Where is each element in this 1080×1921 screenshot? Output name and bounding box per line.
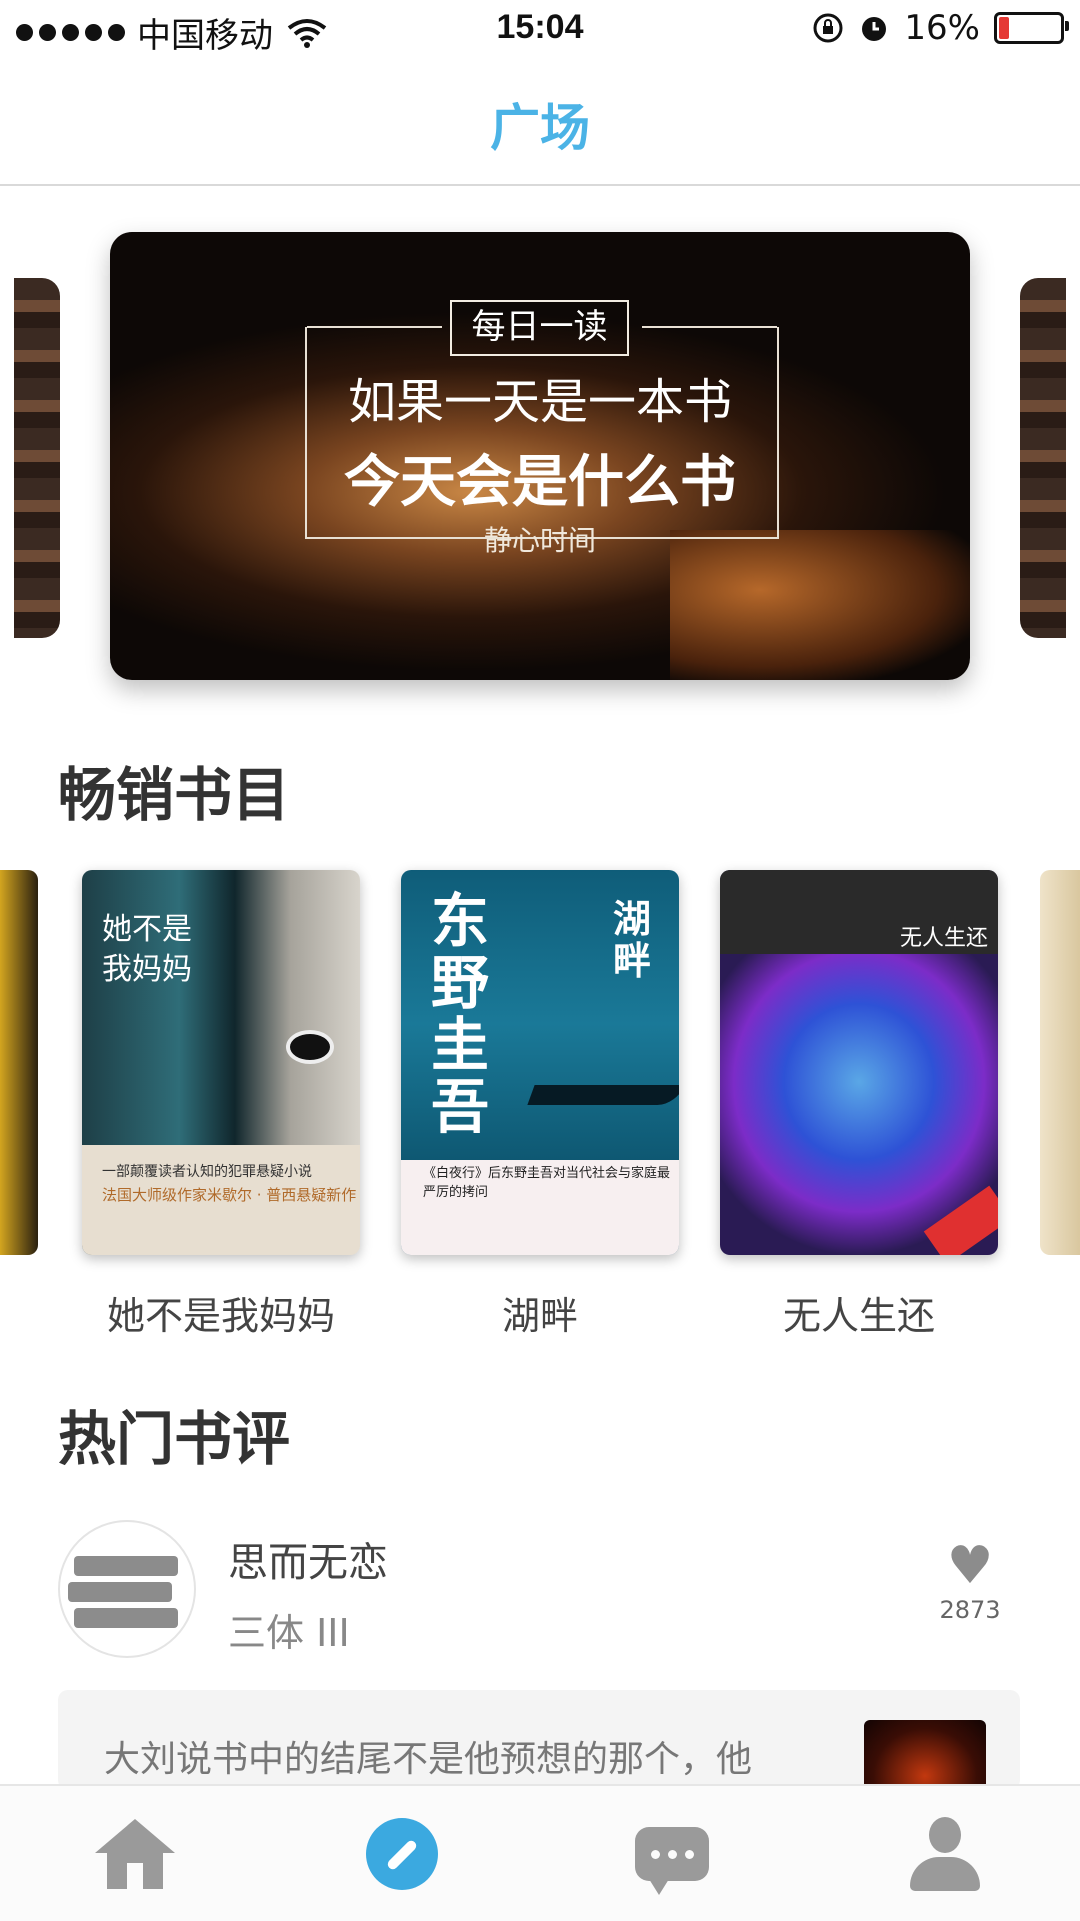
book-cover[interactable]: 东野圭吾 湖畔 《白夜行》后东野圭吾对当代社会与家庭最严厉的拷问: [401, 870, 679, 1255]
book-cover-author: 东野圭吾: [431, 887, 490, 1141]
like-count: 2873: [939, 1596, 1001, 1624]
cover-badge: [923, 1185, 998, 1255]
reviews-heading: 热门书评: [58, 1405, 291, 1473]
book-cover[interactable]: 无人生还: [720, 870, 998, 1255]
status-bar: 中国移动 15:04 16%: [0, 0, 1080, 60]
review-username[interactable]: 思而无恋: [228, 1530, 388, 1588]
book-cover-partial[interactable]: [1040, 870, 1080, 1255]
banner-tag: 每日一读: [450, 300, 629, 356]
chat-icon: [635, 1827, 709, 1895]
carousel-prev-card[interactable]: [14, 278, 60, 638]
home-icon: [95, 1819, 175, 1889]
nav-bar: 广场: [0, 60, 1080, 186]
battery-percent: 16%: [904, 8, 980, 48]
review-excerpt-card[interactable]: 大刘说书中的结尾不是他预想的那个，他: [58, 1690, 1020, 1790]
review-excerpt: 大刘说书中的结尾不是他预想的那个，他: [104, 1739, 753, 1780]
book-stack-art: [74, 1608, 178, 1628]
book-cover-title: 湖畔: [613, 897, 652, 983]
battery-icon: [994, 12, 1069, 44]
book-stack-art: [68, 1582, 172, 1602]
bestsellers-heading: 畅销书目: [58, 761, 291, 829]
like-button[interactable]: ♥ 2873: [920, 1540, 1020, 1624]
tab-home[interactable]: [85, 1804, 185, 1904]
tab-discover[interactable]: [352, 1804, 452, 1904]
banner-carousel[interactable]: 每日一读 如果一天是一本书 今天会是什么书 静心时间: [0, 232, 1080, 682]
review-book-title[interactable]: 三体 III: [228, 1602, 350, 1657]
book-cover-title: 她不是我妈妈: [102, 912, 192, 987]
frame-segment: [307, 326, 442, 328]
rotation-lock-icon: [813, 13, 843, 43]
compass-icon: [366, 1818, 438, 1890]
book-cover-partial[interactable]: [0, 870, 38, 1255]
banner-headline-2: 今天会是什么书: [344, 450, 736, 515]
avatar[interactable]: [58, 1520, 196, 1658]
tab-profile[interactable]: [895, 1804, 995, 1904]
carousel-next-card[interactable]: [1020, 278, 1066, 638]
book-cover-tagline: 法国大师级作家米歇尔 · 普西悬疑新作: [102, 1186, 357, 1204]
tab-messages[interactable]: [622, 1804, 722, 1904]
book-cover-tagline: 一部颠覆读者认知的犯罪悬疑小说: [102, 1164, 312, 1180]
book-title[interactable]: 她不是我妈妈: [82, 1285, 360, 1340]
banner-card[interactable]: 每日一读 如果一天是一本书 今天会是什么书 静心时间: [110, 232, 970, 680]
book-cover-tagline: 《白夜行》后东野圭吾对当代社会与家庭最严厉的拷问: [423, 1166, 671, 1200]
frame-segment: [642, 326, 777, 328]
cover-boat-art: [527, 1085, 679, 1105]
banner-subtitle: 静心时间: [483, 524, 596, 557]
page-title: 广场: [490, 99, 590, 157]
book-title[interactable]: 无人生还: [720, 1285, 998, 1340]
book-cover-title: 无人生还: [899, 926, 988, 951]
user-icon: [910, 1817, 980, 1891]
book-title[interactable]: 湖畔: [401, 1285, 679, 1340]
review-book-thumbnail[interactable]: [864, 1720, 986, 1790]
status-right: 16%: [812, 8, 1069, 48]
alarm-icon: [862, 17, 887, 41]
cover-eye-art: [286, 1030, 334, 1064]
book-cover[interactable]: 她不是我妈妈 一部颠覆读者认知的犯罪悬疑小说 法国大师级作家米歇尔 · 普西悬疑…: [82, 870, 360, 1255]
battery-level: [999, 17, 1010, 39]
tab-bar: [0, 1784, 1080, 1921]
banner-headline-1: 如果一天是一本书: [347, 374, 732, 430]
heart-icon[interactable]: ♥: [920, 1540, 1020, 1592]
bestsellers-list[interactable]: 她不是我妈妈 一部颠覆读者认知的犯罪悬疑小说 法国大师级作家米歇尔 · 普西悬疑…: [0, 870, 1080, 1340]
book-stack-art: [74, 1556, 178, 1576]
